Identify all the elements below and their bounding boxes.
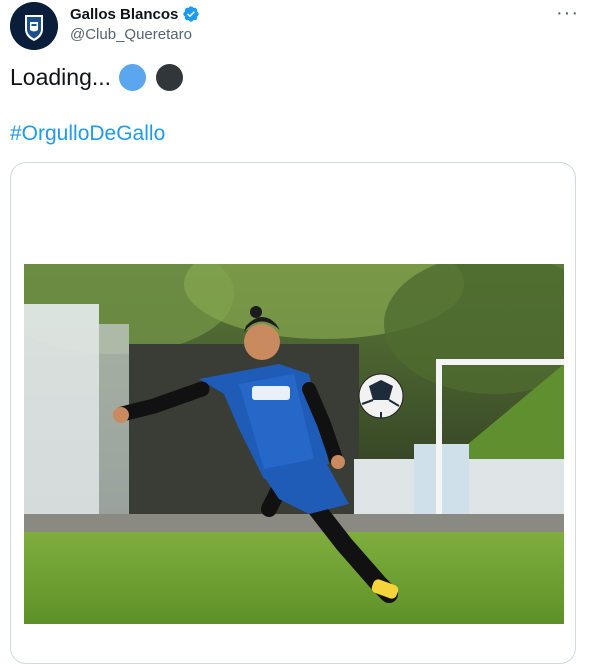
author-display-name[interactable]: Gallos Blancos: [70, 6, 178, 23]
tweet-text: Loading...: [10, 64, 184, 91]
media-card[interactable]: [10, 162, 576, 664]
author-handle[interactable]: @Club_Queretaro: [70, 26, 192, 43]
hashtag-link[interactable]: #OrgulloDeGallo: [10, 122, 165, 146]
blue-circle-icon: [119, 64, 147, 91]
club-crest-icon: [10, 2, 58, 50]
author-name-row[interactable]: Gallos Blancos: [70, 5, 200, 23]
tweet-text-content: Loading...: [10, 64, 112, 90]
black-circle-icon: [156, 64, 184, 91]
verified-badge-icon: [183, 6, 200, 22]
player-kicking-ball-photo[interactable]: [24, 264, 564, 624]
avatar[interactable]: [10, 2, 58, 50]
more-options-icon[interactable]: ···: [556, 2, 579, 25]
